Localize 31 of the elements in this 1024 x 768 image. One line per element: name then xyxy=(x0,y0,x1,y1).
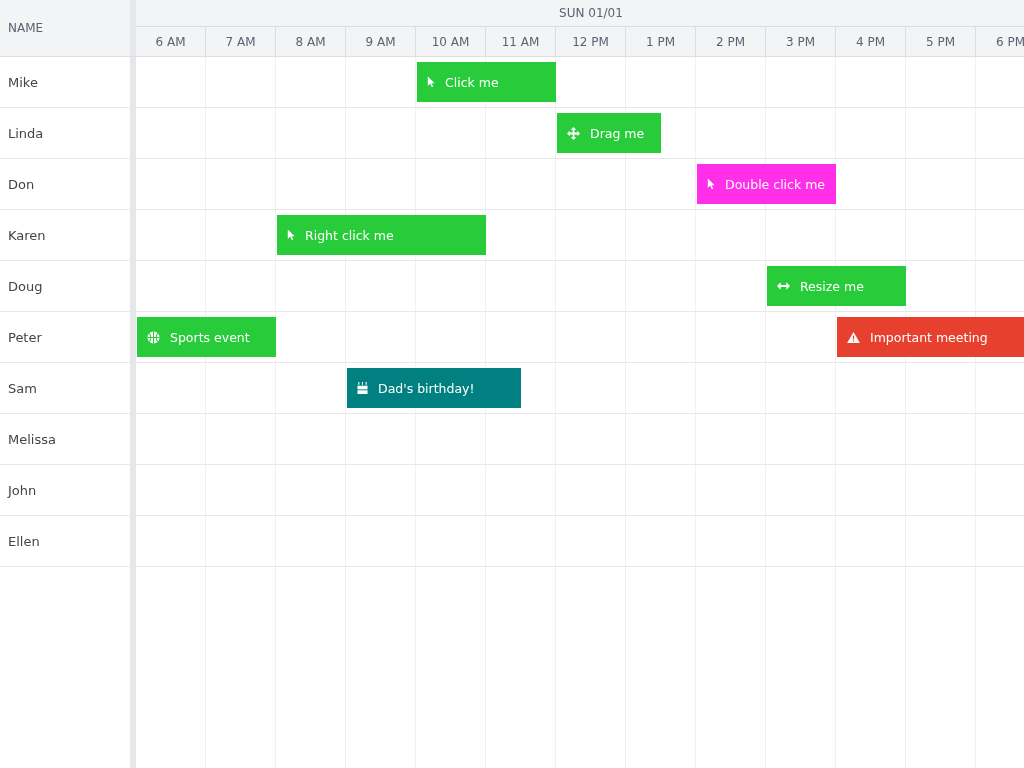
hour-header: 8 AM xyxy=(276,27,346,56)
event-bar[interactable]: Resize me xyxy=(767,266,906,306)
event-bar[interactable]: Dad's birthday! xyxy=(347,368,521,408)
basketball-icon xyxy=(147,330,160,344)
hour-header: 9 AM xyxy=(346,27,416,56)
hour-header: 2 PM xyxy=(696,27,766,56)
cake-icon xyxy=(357,382,368,394)
hour-header: 11 AM xyxy=(486,27,556,56)
warning-icon xyxy=(847,331,860,343)
hour-header: 4 PM xyxy=(836,27,906,56)
hour-header: 6 AM xyxy=(136,27,206,56)
cursor-icon xyxy=(707,178,715,190)
event-bar[interactable]: Important meeting xyxy=(837,317,1024,357)
event-bar[interactable]: Drag me xyxy=(557,113,661,153)
cursor-icon xyxy=(427,76,435,88)
hour-header: 6 PM xyxy=(976,27,1024,56)
day-header: SUN 01/01 xyxy=(136,0,1024,27)
hour-header: 10 AM xyxy=(416,27,486,56)
hour-header: 7 AM xyxy=(206,27,276,56)
event-bar[interactable]: Double click me xyxy=(697,164,836,204)
event-bar[interactable]: Sports event xyxy=(137,317,276,357)
event-bar[interactable]: Click me xyxy=(417,62,556,102)
hour-header: 5 PM xyxy=(906,27,976,56)
hour-header: 1 PM xyxy=(626,27,696,56)
hour-header: 3 PM xyxy=(766,27,836,56)
resize-icon xyxy=(777,282,790,290)
cursor-icon xyxy=(287,229,295,241)
hour-header: 12 PM xyxy=(556,27,626,56)
event-bar[interactable]: Right click me xyxy=(277,215,486,255)
move-icon xyxy=(567,126,580,140)
name-column-header: NAME xyxy=(7,20,45,37)
